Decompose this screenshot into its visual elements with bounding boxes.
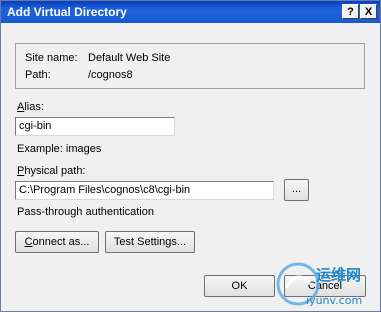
window-title: Add Virtual Directory <box>7 5 127 19</box>
browse-button[interactable]: ... <box>284 179 309 201</box>
ok-button[interactable]: OK <box>204 275 275 297</box>
alias-label-text: lias: <box>24 101 44 113</box>
connect-as-hotkey: C <box>24 236 33 248</box>
path-label: Path: <box>25 69 51 81</box>
help-button[interactable]: ? <box>342 4 359 19</box>
site-name-value: Default Web Site <box>88 52 171 64</box>
watermark-cn-text: 运维网 <box>316 266 361 284</box>
physical-path-input[interactable]: C:\Program Files\cognos\c8\cgi-bin <box>15 181 274 200</box>
watermark-url-text: iyunv.com <box>306 294 362 307</box>
physical-path-label: Physical path: <box>17 165 86 177</box>
title-bar[interactable]: Add Virtual Directory ? X <box>1 1 380 23</box>
path-value: /cognos8 <box>88 69 133 81</box>
site-name-label: Site name: <box>25 52 78 64</box>
site-watermark: 运维网 iyunv.com <box>276 262 362 307</box>
alias-input[interactable]: cgi-bin <box>15 117 175 136</box>
test-settings-button[interactable]: Test Settings... <box>105 231 195 253</box>
pass-through-auth-text: Pass-through authentication <box>17 206 154 218</box>
physical-path-label-text: hysical path: <box>24 165 86 177</box>
connect-as-label: onnect as... <box>32 236 90 248</box>
alias-label: Alias: <box>17 101 44 113</box>
connect-as-button[interactable]: Connect as... <box>15 231 99 253</box>
close-button[interactable]: X <box>360 4 377 19</box>
site-info-box: Site name: Default Web Site Path: /cogno… <box>15 43 365 89</box>
alias-example: Example: images <box>17 143 102 155</box>
